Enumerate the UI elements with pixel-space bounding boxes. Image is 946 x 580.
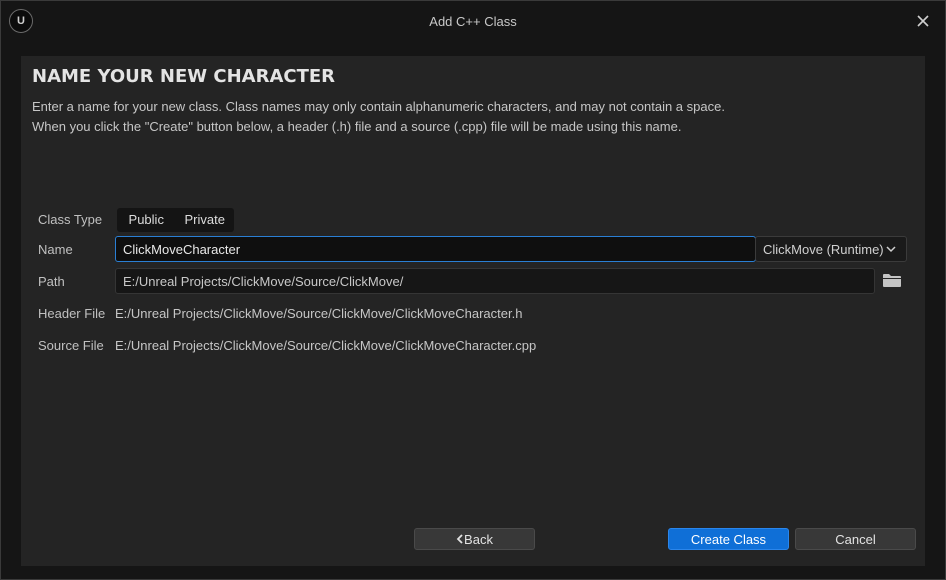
back-button-label: Back — [464, 532, 493, 547]
window-title: Add C++ Class — [429, 14, 517, 29]
description-line-1: Enter a name for your new class. Class n… — [32, 99, 725, 114]
source-file-value: E:/Unreal Projects/ClickMove/Source/Clic… — [115, 338, 537, 353]
chevron-left-icon — [456, 534, 463, 544]
path-input[interactable] — [115, 268, 875, 294]
description-line-2: When you click the "Create" button below… — [32, 119, 682, 134]
module-dropdown[interactable]: ClickMove (Runtime) — [755, 236, 907, 262]
class-type-private-button[interactable]: Private — [176, 208, 235, 232]
class-name-input[interactable] — [115, 236, 756, 262]
title-bar[interactable]: U Add C++ Class — [1, 1, 945, 41]
create-class-button[interactable]: Create Class — [668, 528, 789, 550]
class-type-toggle: Public Private — [117, 208, 234, 232]
browse-folder-button[interactable] — [883, 274, 903, 290]
header-file-value: E:/Unreal Projects/ClickMove/Source/Clic… — [115, 306, 523, 321]
folder-icon — [883, 274, 901, 287]
path-label: Path — [38, 274, 65, 289]
cancel-button[interactable]: Cancel — [795, 528, 916, 550]
class-type-label: Class Type — [38, 212, 103, 227]
close-button[interactable] — [909, 7, 937, 35]
module-dropdown-value: ClickMove (Runtime) — [763, 242, 884, 257]
source-file-label: Source File — [38, 338, 104, 353]
page-title: NAME YOUR NEW CHARACTER — [32, 66, 336, 87]
name-label: Name — [38, 242, 73, 257]
header-file-label: Header File — [38, 306, 106, 321]
add-class-window: U Add C++ Class NAME YOUR NEW CHARACTER … — [0, 0, 946, 580]
close-icon — [917, 15, 929, 27]
back-button[interactable]: Back — [414, 528, 535, 550]
chevron-down-icon — [886, 246, 896, 253]
class-name-panel: NAME YOUR NEW CHARACTER Enter a name for… — [21, 56, 925, 566]
class-type-public-button[interactable]: Public — [117, 208, 176, 232]
